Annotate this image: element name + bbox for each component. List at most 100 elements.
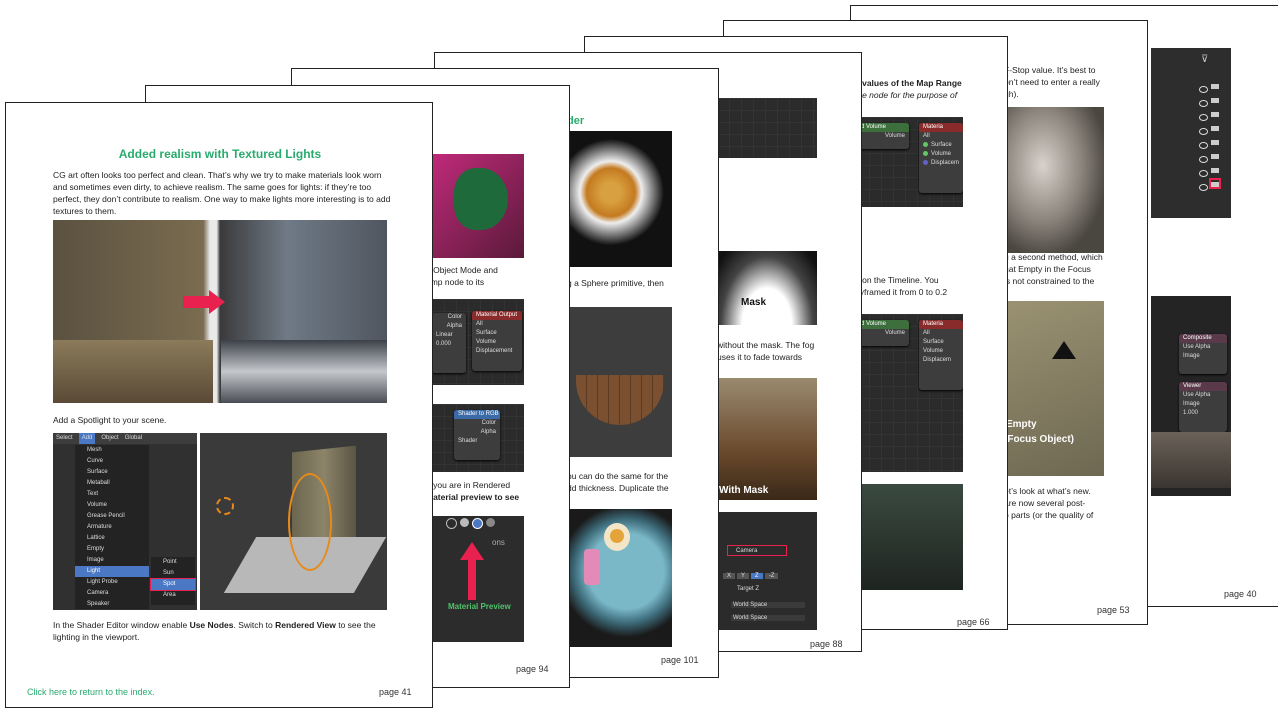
empty-focus-viewport: Empty (Focus Object) bbox=[1002, 301, 1104, 476]
before-after-render bbox=[53, 220, 387, 403]
light-submenu-item[interactable]: Point bbox=[151, 557, 195, 568]
rendered-view-label: Rendered View bbox=[275, 620, 336, 630]
body-line: hat Empty in the Focus bbox=[1004, 264, 1091, 274]
axis-button[interactable]: Y bbox=[737, 573, 750, 579]
body-line: is not constrained to the bbox=[1004, 276, 1095, 286]
body-line: n Object Mode and bbox=[426, 265, 498, 275]
menu-global[interactable]: Global bbox=[125, 433, 142, 444]
shader-to-rgb-screenshot: Shader to RGB Color Alpha Shader bbox=[432, 404, 524, 472]
axis-button[interactable]: Z bbox=[751, 573, 763, 579]
page-title: Added realism with Textured Lights bbox=[118, 147, 322, 161]
add-menu-item[interactable]: Curve bbox=[75, 456, 149, 467]
page-number: page 53 bbox=[1097, 605, 1130, 615]
volume-socket-label: Volume bbox=[884, 133, 905, 139]
axis-button[interactable]: -Z bbox=[764, 573, 779, 579]
menu-add[interactable]: Add bbox=[78, 433, 96, 444]
floor-left bbox=[53, 340, 213, 403]
page-number: page 41 bbox=[379, 687, 412, 697]
displacement-label: Displacement bbox=[476, 348, 513, 354]
use-nodes-label: Use Nodes bbox=[189, 620, 234, 630]
body-line: eyframed it from 0 to 0.2 bbox=[855, 287, 948, 297]
material-output-title: Material Output bbox=[472, 311, 522, 320]
body-line: ou can do the same for the bbox=[567, 471, 669, 481]
add-menu-item[interactable]: Text bbox=[75, 489, 149, 500]
axis-button[interactable]: X bbox=[723, 573, 736, 579]
all-dropdown: All bbox=[923, 133, 930, 139]
arrow-right-icon bbox=[183, 296, 211, 308]
viewport-shading-buttons bbox=[446, 518, 495, 529]
light-submenu: Point Sun Spot Area bbox=[150, 557, 196, 605]
header-menu-bar: Select Add Object Global bbox=[53, 433, 197, 444]
menu-object[interactable]: Object bbox=[101, 433, 118, 444]
add-menu-item[interactable]: Image bbox=[75, 555, 149, 566]
add-menu-item[interactable]: Grease Pencil bbox=[75, 511, 149, 522]
light-submenu-item[interactable]: Area bbox=[151, 590, 195, 601]
add-menu-item[interactable]: Armature bbox=[75, 522, 149, 533]
volume-label: Volume bbox=[476, 339, 497, 345]
add-menu-item[interactable]: Lattice bbox=[75, 533, 149, 544]
add-menu-item[interactable]: Light Probe bbox=[75, 577, 149, 588]
menu-select[interactable]: Select bbox=[56, 433, 73, 444]
world-space-select[interactable]: World Space bbox=[731, 615, 805, 621]
intro-paragraph: CG art often looks too perfect and clean… bbox=[53, 170, 391, 216]
wireframe-shading-icon[interactable] bbox=[446, 518, 457, 529]
step-1-text: Add a Spotlight to your scene. bbox=[53, 415, 167, 425]
volume-node-title: d Volume bbox=[857, 320, 909, 329]
body-line: g a Sphere primitive, then bbox=[567, 278, 664, 288]
helmet-render bbox=[1002, 107, 1104, 253]
shader-to-rgb-title: Shader to RGB bbox=[454, 410, 500, 419]
light-submenu-item-spot[interactable]: Spot bbox=[150, 578, 196, 591]
page-number: page 101 bbox=[661, 655, 699, 665]
camera-field[interactable]: Camera bbox=[727, 545, 787, 556]
page-41: Added realism with Textured Lights CG ar… bbox=[5, 102, 433, 708]
body-line: without the mask. The fog bbox=[717, 340, 815, 350]
material-preview-label: Material Preview bbox=[448, 602, 511, 611]
body-line: e on the Timeline. You bbox=[855, 275, 939, 285]
volume-node: d Volume Volume bbox=[857, 123, 909, 149]
spot-light-icon bbox=[216, 497, 234, 515]
step-2-mid: . Switch to bbox=[233, 620, 276, 630]
index-link[interactable]: Click here to return to the index. bbox=[27, 687, 155, 697]
displacement-label: Displacem bbox=[931, 160, 960, 166]
world-space-select[interactable]: World Space bbox=[731, 602, 805, 608]
body-line: et’s look at what’s new. bbox=[1004, 486, 1091, 496]
camera-triangle-icon bbox=[1052, 341, 1076, 359]
focus-object-label: (Focus Object) bbox=[1004, 434, 1075, 445]
egg-yolk bbox=[610, 529, 624, 543]
half-sphere-mesh bbox=[576, 375, 664, 425]
shader-node-screenshot bbox=[717, 98, 817, 158]
material-output-node: Material Output All Surface Volume Displ… bbox=[472, 311, 522, 371]
rendered-shading-icon[interactable] bbox=[486, 518, 495, 527]
material-preview-shading-icon[interactable] bbox=[472, 518, 483, 529]
body-line: amp node to its bbox=[426, 277, 485, 287]
body-line: e you are in Rendered bbox=[426, 480, 511, 490]
material-node-title: Materia bbox=[919, 123, 963, 132]
eye-icon bbox=[1199, 100, 1208, 107]
color-socket-label: Color bbox=[447, 314, 462, 320]
highlight-arrow-icon bbox=[460, 542, 484, 560]
body-line: are now several post- bbox=[1004, 498, 1086, 508]
add-menu-item[interactable]: Metaball bbox=[75, 478, 149, 489]
render-icons bbox=[1211, 84, 1219, 188]
viewer-node-title: Viewer bbox=[1179, 382, 1227, 391]
add-menu-item[interactable]: Surface bbox=[75, 467, 149, 478]
material-preview-screenshot: ons Material Preview bbox=[432, 516, 524, 642]
add-menu-item[interactable]: Volume bbox=[75, 500, 149, 511]
image-socket-label: Image bbox=[1183, 353, 1200, 359]
light-submenu-item[interactable]: Sun bbox=[151, 568, 195, 579]
displacement-label: Displacem bbox=[923, 357, 952, 363]
surface-label: Surface bbox=[923, 339, 944, 345]
add-menu-item[interactable]: Speaker bbox=[75, 599, 149, 610]
add-menu-item[interactable]: Camera bbox=[75, 588, 149, 599]
body-line: Material preview to see bbox=[426, 492, 520, 502]
add-menu-item-light[interactable]: Light bbox=[75, 566, 149, 577]
volume-socket-label: Volume bbox=[884, 330, 905, 336]
pink-slice bbox=[584, 549, 600, 585]
highlight-arrow-shaft bbox=[468, 560, 476, 600]
material-output-screenshot: Material Output All Surface Volume Displ… bbox=[432, 299, 524, 385]
position-value: 0.000 bbox=[436, 341, 452, 347]
add-menu-item[interactable]: Mesh bbox=[75, 445, 149, 456]
add-menu-item[interactable]: Empty bbox=[75, 544, 149, 555]
solid-shading-icon[interactable] bbox=[460, 518, 469, 527]
eye-icon bbox=[1199, 128, 1208, 135]
